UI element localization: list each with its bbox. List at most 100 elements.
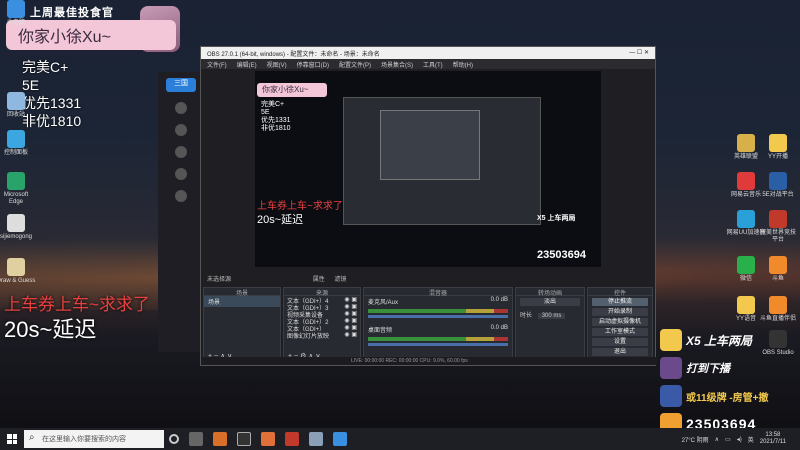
app-icon[interactable] (285, 432, 299, 446)
desktop-icon[interactable]: 完美世界竞技平台 (758, 210, 798, 244)
channel-name: 麦克风/Aux (368, 300, 399, 306)
source-item[interactable]: 文本（GDI+）3 ◉ ▣ (284, 303, 360, 312)
desktop-icon-label: 斗鱼 (771, 276, 784, 282)
input-language[interactable]: 英 (748, 435, 754, 444)
eye-lock-icon[interactable]: ◉ ▣ (344, 317, 357, 324)
preview-rank-line: 完美C+ (261, 101, 285, 108)
app-icon[interactable] (261, 432, 275, 446)
desktop-icon-label: Microsoft Edge (3, 192, 29, 205)
app-icon (7, 92, 25, 110)
duration-input[interactable]: 300 ms (537, 313, 566, 319)
controls-header: 控件 (588, 288, 652, 297)
studio-mode-button[interactable]: 工作室模式 (592, 328, 648, 336)
window-controls[interactable]: — ☐ ✕ (629, 49, 649, 57)
taskbar-search[interactable]: 在这里输入你要搜索的内容 (24, 430, 164, 448)
overlay-badge-text: 或11级牌 -房管+撤 (686, 392, 769, 404)
obs-taskbar-icon[interactable] (237, 432, 251, 446)
app-icon[interactable] (333, 432, 347, 446)
virtual-camera-button[interactable]: 启动虚拟摄像机 (592, 318, 648, 326)
duration-label: 时长 (520, 313, 533, 319)
desktop-icon[interactable]: 斗鱼直播伴侣 (758, 296, 798, 323)
delay-line: 20s~延迟 (4, 317, 97, 342)
settings-button[interactable]: 设置 (592, 338, 648, 346)
source-item[interactable]: 文本（GDI+）2 ◉ ▣ (284, 317, 360, 326)
source-item[interactable]: 视频采集设备 ◉ ▣ (284, 310, 360, 319)
preview-rank-line: 非优1810 (261, 125, 291, 132)
scene-item[interactable]: 场景 (204, 296, 280, 307)
mixer-header: 混音器 (364, 288, 512, 297)
app-icon[interactable] (213, 432, 227, 446)
menu-help[interactable]: 帮助(H) (453, 60, 473, 69)
properties-button[interactable]: 属性 (313, 277, 325, 283)
app-icon (737, 210, 755, 228)
app-icon (7, 130, 25, 148)
nav-category-icon[interactable] (175, 124, 187, 136)
source-item[interactable]: 文本（GDI+） ◉ ▣ (284, 324, 360, 333)
eye-lock-icon[interactable]: ◉ ▣ (344, 324, 357, 331)
stop-streaming-button[interactable]: 停止推流 (592, 298, 648, 306)
desktop-icon[interactable]: 斗鱼 (758, 256, 798, 283)
app-icon (7, 0, 25, 18)
scenes-dock: 场景 场景 + − ∧ ∨ (203, 287, 281, 363)
nav-home-icon[interactable] (175, 102, 187, 114)
desktop-icon[interactable]: 回收站 (0, 92, 36, 119)
app-icon (737, 134, 755, 152)
source-item[interactable]: 图像幻灯片放映 ◉ ▣ (284, 331, 360, 340)
app-logo[interactable]: 三国 (166, 78, 196, 92)
source-item[interactable]: 文本（GDI+）4 ◉ ▣ (284, 296, 360, 305)
start-recording-button[interactable]: 开始录制 (592, 308, 648, 316)
obs-preview[interactable]: 你家小徐Xu~ 完美C+ 5E 优先1331 非优1810 上车券上车~求求了 … (255, 71, 601, 267)
filters-button[interactable]: 滤镜 (334, 277, 346, 283)
mixer-channel: 桌面音频 0.0 dB (364, 324, 512, 335)
desktop-icon[interactable]: YY开播 (758, 134, 798, 161)
app-icon[interactable] (309, 432, 323, 446)
desktop-icon[interactable]: Draw & Guess (0, 258, 36, 285)
banner-title: 上周最佳投食官 (30, 7, 114, 19)
menu-tools[interactable]: 工具(T) (423, 60, 443, 69)
desktop-icon[interactable]: Microsoft Edge (0, 172, 36, 206)
eye-lock-icon[interactable]: ◉ ▣ (344, 303, 357, 310)
app-icon (769, 256, 787, 274)
nav-message-icon[interactable] (175, 168, 187, 180)
volume-icon[interactable]: ◂) (737, 436, 742, 443)
menu-edit[interactable]: 编辑(E) (237, 60, 257, 69)
desktop-icon-label: Draw & Guess (0, 278, 36, 284)
nav-profile-icon[interactable] (175, 190, 187, 202)
preview-x5-text: X5 上车两局 (537, 215, 576, 222)
start-button[interactable] (0, 428, 24, 450)
volume-slider[interactable] (368, 315, 508, 318)
menu-view[interactable]: 视图(V) (267, 60, 287, 69)
menu-scene-collection[interactable]: 场景集合(S) (381, 60, 413, 69)
menu-profile[interactable]: 配置文件(P) (339, 60, 371, 69)
eye-lock-icon[interactable]: ◉ ▣ (344, 310, 357, 317)
audio-meter (368, 337, 508, 341)
desktop-icon[interactable]: 5E对战平台 (758, 172, 798, 199)
task-view-icon[interactable] (189, 432, 203, 446)
network-icon[interactable]: ▭ (725, 436, 731, 443)
mixer-channel: 麦克风/Aux 0.0 dB (364, 296, 512, 307)
nav-follow-icon[interactable] (175, 146, 187, 158)
nested-preview-inner (380, 110, 480, 180)
tray-arrow-icon[interactable]: ∧ (715, 436, 719, 443)
transition-select[interactable]: 淡出 (520, 298, 580, 306)
desktop-icon[interactable]: 控制面板 (0, 130, 36, 157)
eye-lock-icon[interactable]: ◉ ▣ (344, 296, 357, 303)
clock-date: 2021/7/11 (759, 439, 786, 445)
obs-window: OBS 27.0.1 (64-bit, windows) - 配置文件：未命名 … (200, 46, 657, 366)
menu-file[interactable]: 文件(F) (207, 60, 227, 69)
cortana-icon[interactable] (169, 434, 179, 444)
app-icon (769, 210, 787, 228)
clock[interactable]: 13:58 2021/7/11 (760, 432, 786, 446)
volume-slider[interactable] (368, 343, 508, 346)
preview-rank-lines: 完美C+ 5E 优先1331 非优1810 (261, 101, 291, 133)
source-label: 文本（GDI+）2 (287, 320, 329, 326)
mixer-dock: 混音器 麦克风/Aux 0.0 dB 桌面音频 0.0 dB (363, 287, 513, 363)
desktop-icon[interactable]: sijiemogong (0, 214, 36, 241)
desktop-icon[interactable]: 此电脑 (0, 0, 36, 27)
eye-lock-icon[interactable]: ◉ ▣ (344, 331, 357, 338)
weather-text[interactable]: 27°C 阴雨 (682, 435, 709, 444)
menu-docks[interactable]: 停靠窗口(D) (297, 60, 329, 69)
obs-status-bar: LIVE: 00:00:00 REC: 00:00:00 CPU: 9.0%, … (201, 357, 657, 365)
exit-button[interactable]: 退出 (592, 348, 648, 356)
badge-icon (660, 385, 682, 407)
